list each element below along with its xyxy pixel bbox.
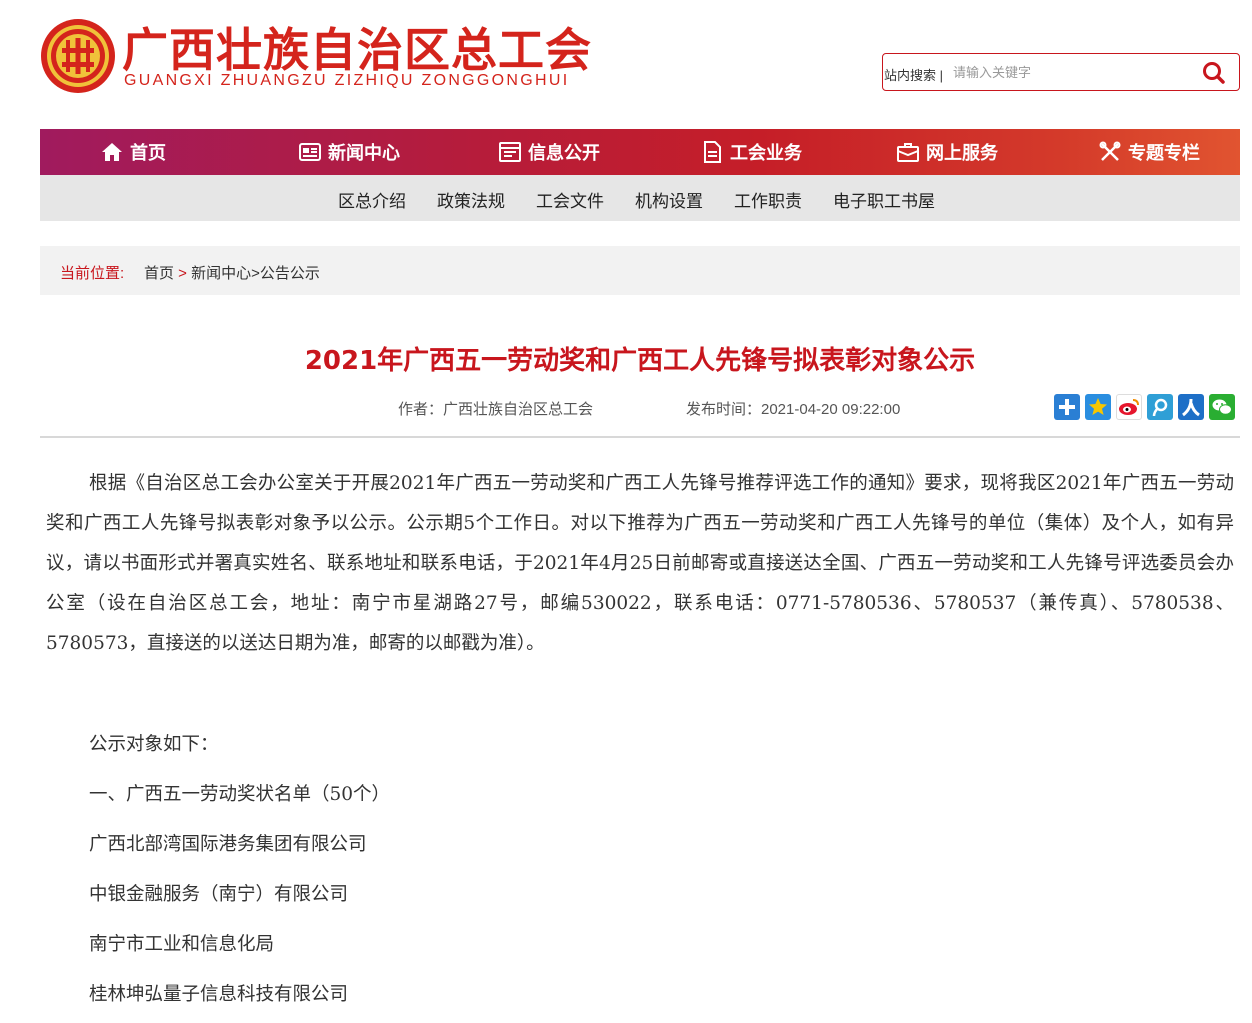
nav-item-home[interactable]: 首页 bbox=[100, 129, 166, 175]
article-content: 根据《自治区总工会办公室关于开展2021年广西五一劳动奖和广西工人先锋号推荐评选… bbox=[46, 464, 1234, 664]
share-plus-icon[interactable] bbox=[1054, 394, 1080, 420]
subnav-item-organization[interactable]: 机构设置 bbox=[635, 187, 703, 212]
subnav-item-duties[interactable]: 工作职责 bbox=[734, 187, 802, 212]
article-paragraph: 根据《自治区总工会办公室关于开展2021年广西五一劳动奖和广西工人先锋号推荐评选… bbox=[46, 473, 1234, 654]
nav-item-label: 新闻中心 bbox=[328, 143, 400, 163]
sub-nav: 区总介绍 政策法规 工会文件 机构设置 工作职责 电子职工书屋 bbox=[40, 175, 1240, 221]
breadcrumb-path: 首页 > 新闻中心>公告公示 bbox=[144, 262, 320, 283]
main-nav: 首页 新闻中心 信息公开 工会业务 网上服务 专题专栏 bbox=[40, 129, 1240, 175]
nav-item-label: 工会业务 bbox=[730, 143, 802, 163]
home-icon bbox=[102, 143, 122, 161]
nav-item-label: 首页 bbox=[130, 143, 166, 163]
tools-icon bbox=[1099, 141, 1121, 161]
breadcrumb-separator: > bbox=[174, 265, 192, 282]
breadcrumb-home[interactable]: 首页 bbox=[144, 265, 174, 282]
nav-item-info-disclosure[interactable]: 信息公开 bbox=[498, 129, 600, 175]
search-icon[interactable] bbox=[1201, 60, 1227, 86]
list-item: 南宁市工业和信息化局 bbox=[89, 934, 275, 955]
section-heading: 一、广西五一劳动奖状名单（50个） bbox=[89, 784, 391, 805]
list-item: 广西北部湾国际港务集团有限公司 bbox=[89, 834, 367, 855]
subnav-item-documents[interactable]: 工会文件 bbox=[536, 187, 604, 212]
subnav-item-policy[interactable]: 政策法规 bbox=[437, 187, 505, 212]
nav-item-online-service[interactable]: 网上服务 bbox=[896, 129, 998, 175]
breadcrumb-news[interactable]: 新闻中心 bbox=[191, 265, 251, 282]
article-author: 作者：广西壮族自治区总工会 bbox=[398, 401, 594, 418]
qzone-icon[interactable] bbox=[1085, 394, 1111, 420]
nav-item-news[interactable]: 新闻中心 bbox=[298, 129, 400, 175]
renren-icon[interactable] bbox=[1178, 394, 1204, 420]
nav-item-label: 信息公开 bbox=[528, 143, 600, 163]
list-item: 桂林坤弘量子信息科技有限公司 bbox=[89, 984, 349, 1005]
wechat-icon[interactable] bbox=[1209, 394, 1235, 420]
article-divider bbox=[40, 436, 1240, 438]
search-input[interactable] bbox=[953, 60, 1183, 84]
article-title: 2021年广西五一劳动奖和广西工人先锋号拟表彰对象公示 bbox=[304, 346, 976, 376]
search-label: 站内搜索 | bbox=[884, 68, 943, 83]
tencent-weibo-icon[interactable] bbox=[1147, 394, 1173, 420]
document-list-icon bbox=[499, 142, 521, 162]
weibo-icon[interactable] bbox=[1116, 394, 1142, 420]
list-item: 中银金融服务（南宁）有限公司 bbox=[89, 884, 349, 905]
breadcrumb-separator: > bbox=[251, 265, 260, 282]
site-title[interactable]: 广西壮族自治区总工会 bbox=[122, 14, 592, 80]
briefcase-icon bbox=[897, 143, 919, 162]
site-header: 广西壮族自治区总工会 GUANGXI ZHUANGZU ZIZHIQU ZONG… bbox=[0, 0, 1252, 129]
nav-item-label: 专题专栏 bbox=[1128, 143, 1200, 163]
breadcrumb: 当前位置: 首页 > 新闻中心>公告公示 bbox=[40, 246, 1240, 295]
nav-item-union-business[interactable]: 工会业务 bbox=[700, 129, 802, 175]
newspaper-icon bbox=[299, 143, 321, 161]
subnav-item-bookstore[interactable]: 电子职工书屋 bbox=[833, 187, 935, 212]
nav-item-special-topics[interactable]: 专题专栏 bbox=[1098, 129, 1200, 175]
union-emblem-icon[interactable] bbox=[40, 18, 116, 94]
breadcrumb-notices[interactable]: 公告公示 bbox=[260, 265, 320, 282]
file-icon bbox=[704, 141, 721, 163]
site-title-pinyin: GUANGXI ZHUANGZU ZIZHIQU ZONGGONGHUI bbox=[124, 72, 570, 89]
breadcrumb-label: 当前位置: bbox=[60, 265, 125, 282]
share-bar bbox=[1054, 394, 1235, 420]
nav-item-label: 网上服务 bbox=[926, 143, 998, 163]
list-intro: 公示对象如下： bbox=[89, 734, 219, 755]
subnav-item-intro[interactable]: 区总介绍 bbox=[338, 187, 406, 212]
site-search: 站内搜索 | bbox=[882, 53, 1240, 91]
article-publish-time: 发布时间：2021-04-20 09:22:00 bbox=[686, 401, 901, 418]
